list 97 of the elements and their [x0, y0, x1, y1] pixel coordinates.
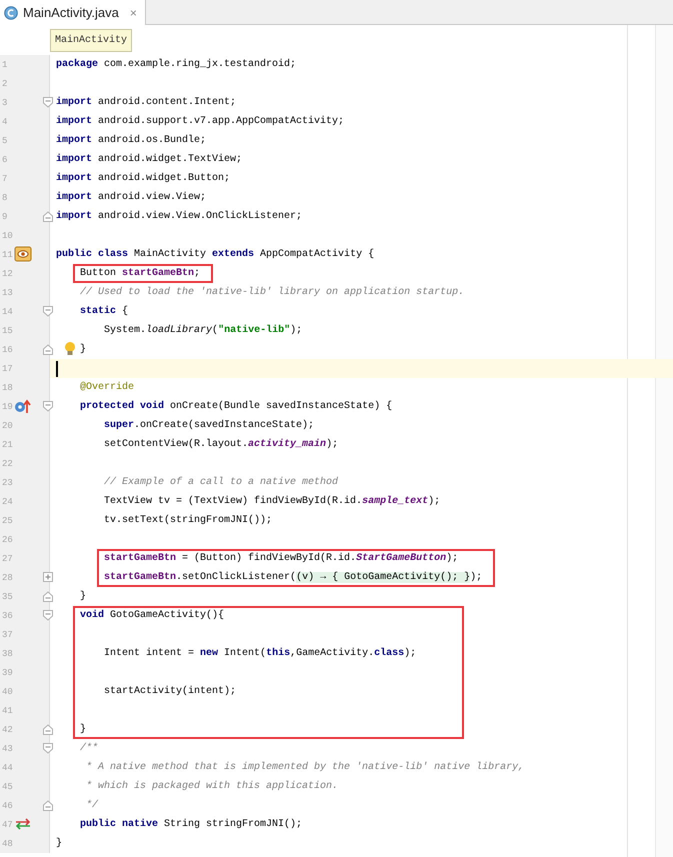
code-line: void GotoGameActivity(){	[80, 610, 224, 621]
fold-marker-icon[interactable]	[43, 610, 53, 621]
code-line: import android.os.Bundle;	[56, 135, 206, 146]
code-line: Button startGameBtn;	[80, 268, 200, 279]
line-number: 35	[1, 592, 14, 602]
editor-tab[interactable]: MainActivity.java ×	[0, 0, 146, 25]
code-line: // Example of a call to a native method	[104, 477, 338, 488]
fold-marker-icon[interactable]	[43, 591, 53, 602]
code-line: public native String stringFromJNI();	[80, 819, 302, 830]
line-number: 2	[1, 78, 8, 88]
lightbulb-icon[interactable]	[64, 341, 76, 357]
fold-marker-icon[interactable]	[43, 306, 53, 317]
code-line: TextView tv = (TextView) findViewById(R.id.sample_text);	[104, 496, 440, 507]
code-line: // Used to load the 'native-lib' library on application startup.	[80, 287, 464, 298]
code-line: Intent intent = new Intent(this,GameActivity.class);	[104, 648, 416, 659]
line-number: 25	[1, 516, 14, 526]
line-number: 41	[1, 706, 14, 716]
code-line: */	[86, 800, 98, 811]
code-line: @Override	[80, 382, 134, 393]
line-number: 37	[1, 630, 14, 640]
code-line: }	[80, 591, 86, 602]
code-line: import android.widget.TextView;	[56, 154, 242, 165]
line-number: 4	[1, 116, 8, 126]
swap-arrows-icon[interactable]	[14, 816, 32, 832]
fold-marker-icon[interactable]	[43, 724, 53, 735]
close-tab-button[interactable]: ×	[130, 6, 137, 20]
text-caret	[56, 360, 58, 376]
fold-marker-icon[interactable]	[43, 401, 53, 412]
line-number: 16	[1, 344, 14, 354]
fold-marker-icon[interactable]	[43, 211, 53, 222]
code-line: super.onCreate(savedInstanceState);	[104, 420, 314, 431]
fold-marker-icon[interactable]	[43, 344, 53, 355]
code-line: tv.setText(stringFromJNI());	[104, 515, 272, 526]
code-line: startGameBtn = (Button) findViewById(R.id.StartGameButton);	[104, 553, 458, 564]
code-line: import android.view.View.OnClickListener;	[56, 211, 302, 222]
override-icon[interactable]	[14, 398, 32, 414]
code-line: setContentView(R.layout.activity_main);	[104, 439, 338, 450]
line-number: 43	[1, 744, 14, 754]
line-number: 46	[1, 800, 14, 810]
line-number: 8	[1, 192, 8, 202]
class-icon[interactable]	[14, 246, 32, 262]
line-number: 6	[1, 154, 8, 164]
code-line: import android.content.Intent;	[56, 97, 236, 108]
line-number: 39	[1, 668, 14, 678]
line-number: 47	[1, 820, 14, 830]
tab-title: MainActivity.java	[23, 5, 119, 20]
line-number: 13	[1, 288, 14, 298]
code-line: /**	[80, 743, 98, 754]
code-line: System.loadLibrary("native-lib");	[104, 325, 302, 336]
line-number: 22	[1, 458, 14, 468]
code-line: protected void onCreate(Bundle savedInstanceState) {	[80, 401, 392, 412]
line-number: 21	[1, 440, 14, 450]
code-line: }	[80, 724, 86, 735]
class-file-icon	[4, 6, 18, 20]
line-number: 1	[1, 60, 8, 70]
line-number: 28	[1, 572, 14, 582]
line-number: 5	[1, 136, 8, 146]
line-number: 20	[1, 420, 14, 430]
code-line: public class MainActivity extends AppCompatActivity {	[56, 249, 374, 260]
line-number: 26	[1, 534, 14, 544]
code-line: import android.view.View;	[56, 192, 206, 203]
line-number: 40	[1, 686, 14, 696]
code-line: * A native method that is implemented by the 'native-lib' native library,	[86, 762, 524, 773]
line-number: 27	[1, 554, 14, 564]
code-line: import android.widget.Button;	[56, 173, 230, 184]
line-number: 36	[1, 610, 14, 620]
line-number: 23	[1, 478, 14, 488]
fold-marker-icon[interactable]	[43, 800, 53, 811]
line-number: 12	[1, 268, 14, 278]
line-number: 18	[1, 382, 14, 392]
expand-icon[interactable]	[43, 572, 53, 582]
fold-marker-icon[interactable]	[43, 743, 53, 754]
line-number: 24	[1, 496, 14, 506]
code-line: startGameBtn.setOnClickListener((v) → { GotoGameActivity(); });	[104, 572, 482, 583]
code-line: }	[80, 344, 86, 355]
line-number: 7	[1, 174, 8, 184]
line-number: 9	[1, 212, 8, 222]
line-number: 14	[1, 306, 14, 316]
line-number: 15	[1, 326, 14, 336]
code-line: static {	[80, 306, 128, 317]
code-line: import android.support.v7.app.AppCompatActivity;	[56, 116, 344, 127]
breadcrumb-tooltip[interactable]: MainActivity	[50, 28, 132, 52]
code-line: startActivity(intent);	[104, 686, 236, 697]
line-number: 19	[1, 402, 14, 412]
fold-marker-icon[interactable]	[43, 97, 53, 108]
code-line: package com.example.ring_jx.testandroid;	[56, 59, 296, 70]
line-number: 38	[1, 648, 14, 658]
line-number: 48	[1, 838, 14, 848]
line-number: 45	[1, 782, 14, 792]
line-number: 3	[1, 98, 8, 108]
code-line: * which is packaged with this application.	[86, 781, 338, 792]
line-number: 11	[1, 250, 14, 260]
line-number: 17	[1, 364, 14, 374]
line-number: 10	[1, 230, 14, 240]
line-number: 42	[1, 724, 14, 734]
code-line: }	[56, 838, 62, 849]
line-number: 44	[1, 762, 14, 772]
